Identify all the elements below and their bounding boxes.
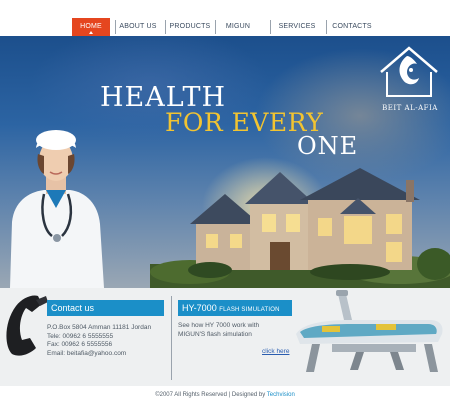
footer-designer-link[interactable]: Techvision <box>267 392 295 398</box>
panel-divider <box>171 296 172 380</box>
headline-one: ONE <box>297 132 359 160</box>
hy7000-heading-sub: FLASH SIMULATION <box>219 307 280 313</box>
nav-services[interactable]: SERVICES <box>278 18 316 36</box>
contact-tele: Tele: 00962 6 5555555 <box>47 332 114 340</box>
nav-products[interactable]: PRODUCTS <box>169 18 211 36</box>
top-nav: HOME ABOUT US PRODUCTS MIGUN SERVICES CO… <box>0 0 450 36</box>
logo-text: BEIT AL-AFIA <box>382 104 438 112</box>
nav-migun[interactable]: MIGUN <box>222 18 254 36</box>
nav-separator <box>215 20 216 34</box>
nav-separator <box>270 20 271 34</box>
hy7000-description: See how HY 7000 work with MIGUN'S flash … <box>178 322 259 339</box>
nav-contacts[interactable]: CONTACTS <box>332 18 372 36</box>
hero-banner: HEALTH FOR EVERY ONE BEIT AL-AFIA <box>0 36 450 288</box>
hy7000-heading: HY-7000 FLASH SIMULATION <box>178 300 292 316</box>
hy7000-heading-model: HY-7000 <box>182 303 217 313</box>
nav-about-us[interactable]: ABOUT US <box>118 18 158 36</box>
contact-address: P.O.Box 5804 Amman 11181 Jordan <box>47 324 152 331</box>
telephone-icon <box>6 295 48 356</box>
hy7000-description-line: See how HY 7000 work with <box>178 322 260 329</box>
hy7000-description-line: MIGUN'S flash simulation <box>178 330 252 338</box>
nav-separator <box>326 20 327 34</box>
footer-copyright: ©2007 All Rights Reserved | Designed by <box>155 392 266 398</box>
nav-home[interactable]: HOME <box>72 18 110 36</box>
beit-al-afia-logo <box>380 46 438 97</box>
footer: ©2007 All Rights Reserved | Designed by … <box>0 388 450 408</box>
nav-separator <box>165 20 166 34</box>
nav-separator <box>115 20 116 34</box>
nurse-image <box>10 130 104 288</box>
contact-details: P.O.Box 5804 Amman 11181 Jordan Tele: 00… <box>47 324 151 358</box>
click-here-link[interactable]: click here <box>262 348 289 355</box>
house-image <box>150 168 450 288</box>
contact-fax: Fax: 00962 6 5555556 <box>47 341 113 348</box>
contact-us-heading: Contact us <box>47 300 164 316</box>
contact-email[interactable]: Email: beitafia@yahoo.com <box>47 350 151 359</box>
massage-bed-image <box>296 290 443 372</box>
